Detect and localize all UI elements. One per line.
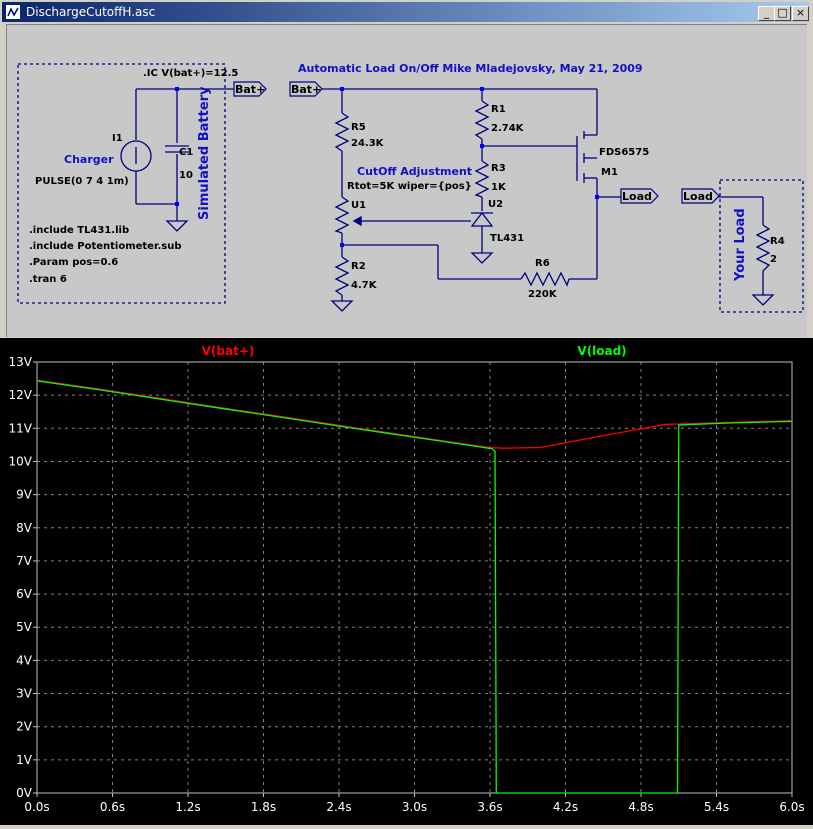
r6-value: 220K xyxy=(528,289,558,300)
x-tick-label: 1.8s xyxy=(251,800,276,814)
x-tick-label: 1.2s xyxy=(175,800,200,814)
y-tick-label: 6V xyxy=(16,587,33,601)
x-tick-label: 3.0s xyxy=(402,800,427,814)
r4-value: 2 xyxy=(770,254,777,265)
x-tick-label: 6.0s xyxy=(779,800,804,814)
y-tick-label: 2V xyxy=(16,720,33,734)
u2-ref: U2 xyxy=(488,199,503,210)
r1-value: 2.74K xyxy=(491,123,525,134)
c1-ref: C1 xyxy=(179,147,193,158)
m1-ref: M1 xyxy=(601,167,618,178)
title-bar[interactable]: DischargeCutoffH.asc _ □ × xyxy=(2,2,809,22)
directive-2: .include Potentiometer.sub xyxy=(29,241,182,252)
schematic-window: DischargeCutoffH.asc _ □ × Bat+ Bat+ Loa… xyxy=(0,0,813,338)
minimize-button[interactable]: _ xyxy=(758,6,775,21)
r5-ref: R5 xyxy=(351,122,366,133)
x-tick-label: 2.4s xyxy=(326,800,351,814)
y-tick-label: 11V xyxy=(9,421,33,435)
load-label: Your Load xyxy=(733,208,748,282)
x-tick-label: 0.6s xyxy=(100,800,125,814)
y-tick-label: 10V xyxy=(9,454,33,468)
y-tick-label: 12V xyxy=(9,388,33,402)
y-tick-label: 7V xyxy=(16,554,33,568)
directive-1: .include TL431.lib xyxy=(29,225,129,236)
y-tick-label: 13V xyxy=(9,355,33,369)
x-tick-label: 0.0s xyxy=(24,800,49,814)
r3-value: 1K xyxy=(491,182,507,193)
r6-ref: R6 xyxy=(535,258,550,269)
x-tick-label: 4.2s xyxy=(553,800,578,814)
x-tick-label: 5.4s xyxy=(704,800,729,814)
x-tick-label: 3.6s xyxy=(477,800,502,814)
maximize-button[interactable]: □ xyxy=(774,6,791,21)
y-tick-label: 4V xyxy=(16,653,33,667)
r2-ref: R2 xyxy=(351,261,366,272)
u1-ref: U1 xyxy=(351,200,366,211)
charger-ref: I1 xyxy=(112,133,123,144)
r2-value: 4.7K xyxy=(351,280,378,291)
schematic-canvas[interactable]: Bat+ Bat+ Load Load Automatic Load On/Of… xyxy=(6,24,807,337)
close-button[interactable]: × xyxy=(792,6,809,21)
directive-3: .Param pos=0.6 xyxy=(29,257,118,268)
pot-title: CutOff Adjustment xyxy=(357,165,472,178)
y-tick-label: 8V xyxy=(16,521,33,535)
m1-value: FDS6575 xyxy=(599,147,649,158)
c1-value: 10 xyxy=(179,170,193,181)
net-label-bat-right: Bat+ xyxy=(291,83,321,96)
ltspice-app-icon xyxy=(6,5,20,19)
waveform-viewer[interactable]: 0.0s 0.6s 1.2s 1.8s 2.4s 3.0s 3.6s 4.2s 4.8s 5.4s… xyxy=(0,338,813,825)
battery-label: Simulated Battery xyxy=(197,86,212,220)
legend-entry: V(bat+) xyxy=(202,344,255,358)
net-label-load-out: Load xyxy=(622,190,652,203)
schematic-drawing: Bat+ Bat+ Load Load Automatic Load On/Of… xyxy=(17,62,804,313)
window-title: DischargeCutoffH.asc xyxy=(26,5,156,19)
y-tick-label: 5V xyxy=(16,620,33,634)
r4-ref: R4 xyxy=(770,236,785,247)
charger-value: PULSE(0 7 4 1m) xyxy=(35,176,129,187)
y-tick-label: 3V xyxy=(16,687,33,701)
y-tick-label: 0V xyxy=(16,786,33,800)
y-tick-label: 1V xyxy=(16,753,33,767)
r3-ref: R3 xyxy=(491,163,506,174)
legend-entry: V(load) xyxy=(577,344,626,358)
r5-value: 24.3K xyxy=(351,138,385,149)
charger-name: Charger xyxy=(64,153,114,166)
u2-value: TL431 xyxy=(490,233,524,244)
x-tick-label: 4.8s xyxy=(628,800,653,814)
y-tick-label: 9V xyxy=(16,488,33,502)
r1-ref: R1 xyxy=(491,104,506,115)
net-label-load-in: Load xyxy=(683,190,713,203)
ic-directive: .IC V(bat+)=12.5 xyxy=(143,68,238,79)
schematic-header: Automatic Load On/Off Mike Mladejovsky, … xyxy=(298,62,643,75)
pot-params: Rtot=5K wiper={pos} xyxy=(347,181,472,192)
waveform-plot[interactable]: 0.0s 0.6s 1.2s 1.8s 2.4s 3.0s 3.6s 4.2s 4.8s 5.4s… xyxy=(0,338,813,825)
net-label-bat-left: Bat+ xyxy=(235,83,265,96)
directive-4: .tran 6 xyxy=(29,274,67,285)
